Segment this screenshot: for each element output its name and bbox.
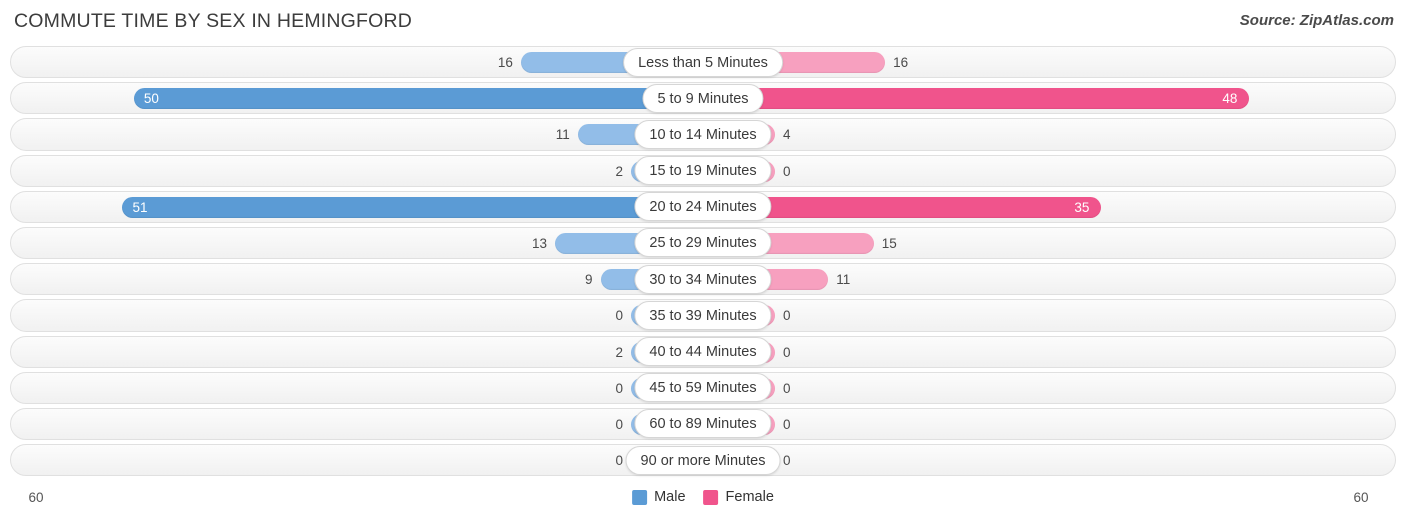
chart-row: 9 11 30 to 34 Minutes (10, 261, 1396, 297)
category-label-pill: 35 to 39 Minutes (634, 300, 772, 330)
male-value-label: 13 (532, 235, 548, 251)
male-value-label: 0 (615, 453, 623, 469)
chart-row: 16 16 Less than 5 Minutes (10, 44, 1396, 80)
chart-row: 0 0 60 to 89 Minutes (10, 406, 1396, 442)
male-value-label: 0 (615, 308, 623, 324)
chart-footer: 60 60 Male Female (0, 486, 1406, 522)
male-value-label: 50 (143, 91, 159, 107)
female-value-label: 0 (783, 380, 791, 396)
category-label-pill: 30 to 34 Minutes (634, 264, 772, 294)
page-title: COMMUTE TIME BY SEX IN HEMINGFORD (14, 10, 413, 32)
female-value-label: 48 (1222, 91, 1238, 107)
male-value-label: 0 (615, 380, 623, 396)
chart-legend: Male Female (632, 489, 774, 505)
category-label-pill: 60 to 89 Minutes (634, 409, 772, 439)
legend-swatch-male-icon (632, 489, 648, 505)
male-bar[interactable]: 50 (133, 88, 703, 110)
chart-row: 50 48 5 to 9 Minutes (10, 80, 1396, 116)
chart-row: 0 0 90 or more Minutes (10, 442, 1396, 478)
male-value-label: 0 (615, 416, 623, 432)
category-label-pill: 40 to 44 Minutes (634, 337, 772, 366)
legend-swatch-female-icon (703, 489, 719, 505)
chart-row: 11 4 10 to 14 Minutes (10, 116, 1396, 152)
female-value-label: 0 (783, 453, 791, 469)
category-label-pill: 10 to 14 Minutes (634, 119, 772, 149)
female-value-label: 35 (1074, 199, 1090, 215)
chart-row: 13 15 25 to 29 Minutes (10, 225, 1396, 261)
category-label-pill: 20 to 24 Minutes (634, 192, 772, 222)
diverging-bar-chart: 16 16 Less than 5 Minutes 50 48 5 to 9 Minute… (10, 44, 1396, 478)
category-label-pill: 45 to 59 Minutes (634, 373, 772, 403)
male-value-label: 2 (615, 344, 623, 360)
female-value-label: 16 (893, 55, 909, 70)
category-label-pill: 90 or more Minutes (625, 445, 781, 475)
female-value-label: 15 (881, 235, 897, 251)
female-value-label: 4 (783, 127, 791, 143)
legend-item-female[interactable]: Female (703, 489, 774, 505)
source-attribution: Source: ZipAtlas.com (1239, 12, 1394, 29)
male-value-label: 9 (585, 272, 593, 288)
category-label-pill: 5 to 9 Minutes (642, 83, 764, 113)
female-bar[interactable]: 48 (703, 88, 1250, 110)
chart-row: 0 0 45 to 59 Minutes (10, 370, 1396, 406)
male-value-label: 51 (132, 199, 148, 215)
female-value-label: 0 (783, 416, 791, 432)
female-value-label: 0 (783, 344, 791, 360)
female-value-label: 0 (783, 308, 791, 324)
category-label-pill: 25 to 29 Minutes (634, 228, 772, 258)
category-label-pill: 15 to 19 Minutes (634, 156, 772, 186)
category-label-pill: Less than 5 Minutes (623, 47, 783, 77)
chart-row: 2 0 40 to 44 Minutes (10, 334, 1396, 370)
chart-row: 51 35 20 to 24 Minutes (10, 189, 1396, 225)
legend-label-female: Female (725, 489, 774, 505)
male-value-label: 2 (615, 163, 623, 179)
axis-tick-right: 60 (1353, 490, 1369, 505)
legend-item-male[interactable]: Male (632, 489, 686, 505)
female-value-label: 11 (836, 272, 851, 288)
axis-tick-left: 60 (28, 490, 44, 505)
chart-row: 2 0 15 to 19 Minutes (10, 153, 1396, 189)
male-bar[interactable]: 51 (122, 196, 703, 218)
chart-row: 0 0 35 to 39 Minutes (10, 297, 1396, 333)
chart-header: COMMUTE TIME BY SEX IN HEMINGFORD Source… (0, 0, 1406, 44)
male-value-label: 11 (555, 127, 570, 143)
legend-label-male: Male (654, 489, 686, 505)
female-value-label: 0 (783, 163, 791, 179)
male-value-label: 16 (497, 55, 513, 70)
